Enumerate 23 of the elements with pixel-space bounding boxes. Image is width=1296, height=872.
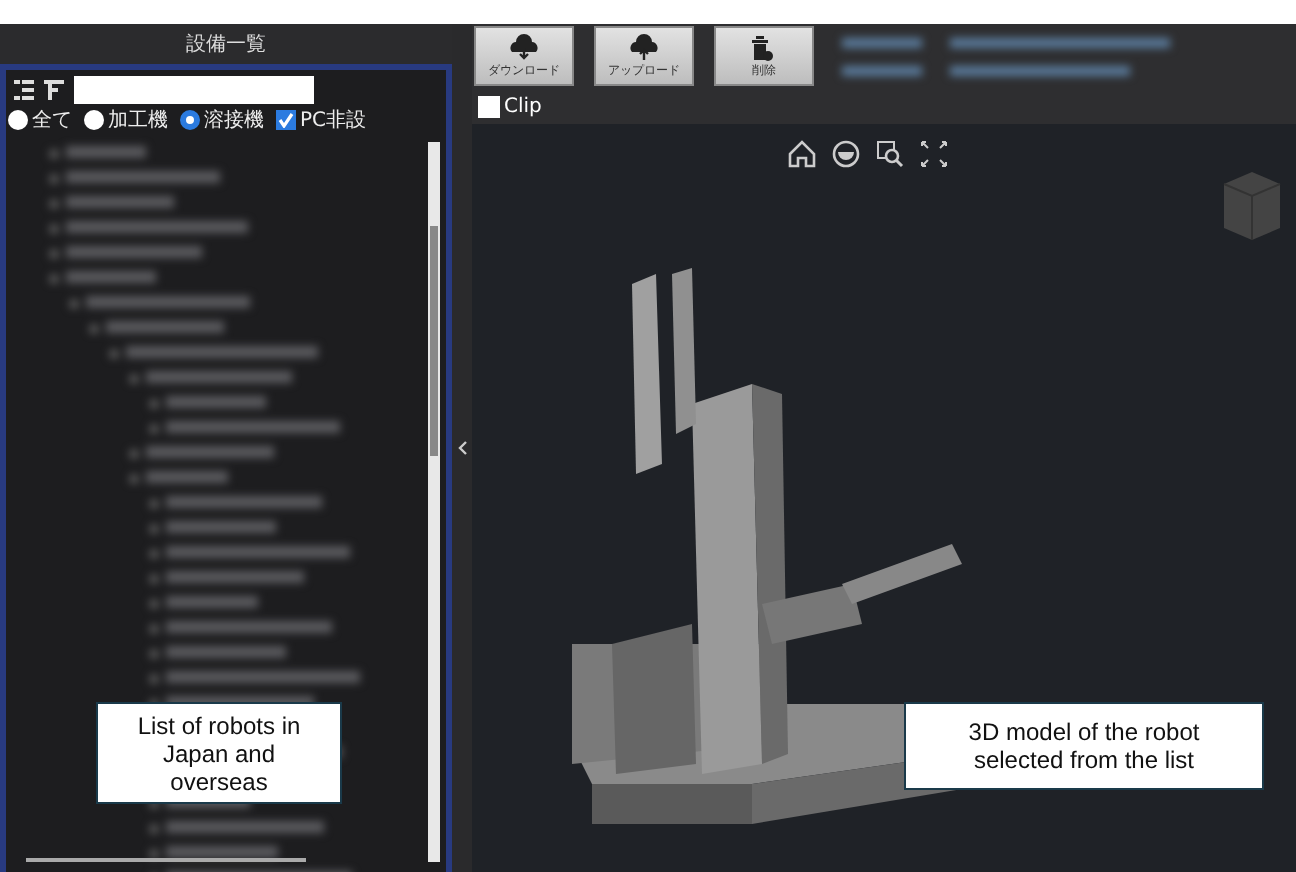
cloud-icon — [504, 33, 544, 61]
checkbox[interactable] — [276, 110, 296, 130]
filter-label: 全て — [32, 108, 72, 134]
clip-label: Clip — [504, 95, 542, 117]
panel-title: 設備一覧 — [186, 31, 266, 58]
filter-label: PC非設 — [300, 107, 367, 134]
search-field[interactable] — [74, 76, 314, 104]
clip-checkbox[interactable] — [478, 95, 500, 117]
orbit-icon[interactable] — [832, 140, 860, 168]
fullscreen-icon[interactable] — [920, 140, 948, 168]
filter-label: 溶接機 — [204, 107, 264, 134]
radio-button[interactable] — [180, 110, 200, 130]
cloud-icon — [624, 33, 664, 61]
expand-all-icon[interactable] — [14, 80, 34, 100]
horizontal-scrollbar[interactable] — [26, 858, 306, 862]
radio-button[interactable] — [84, 110, 104, 130]
radio-button[interactable] — [8, 110, 28, 130]
home-icon[interactable] — [788, 140, 816, 168]
callout-text: List of robots in Japan and overseas — [96, 702, 342, 804]
filter-label: 加工機 — [108, 107, 168, 134]
callout-text: 3D model of the robot selected from the list — [904, 702, 1264, 790]
zoom-icon[interactable] — [876, 140, 904, 168]
vertical-scrollbar[interactable] — [428, 142, 440, 862]
